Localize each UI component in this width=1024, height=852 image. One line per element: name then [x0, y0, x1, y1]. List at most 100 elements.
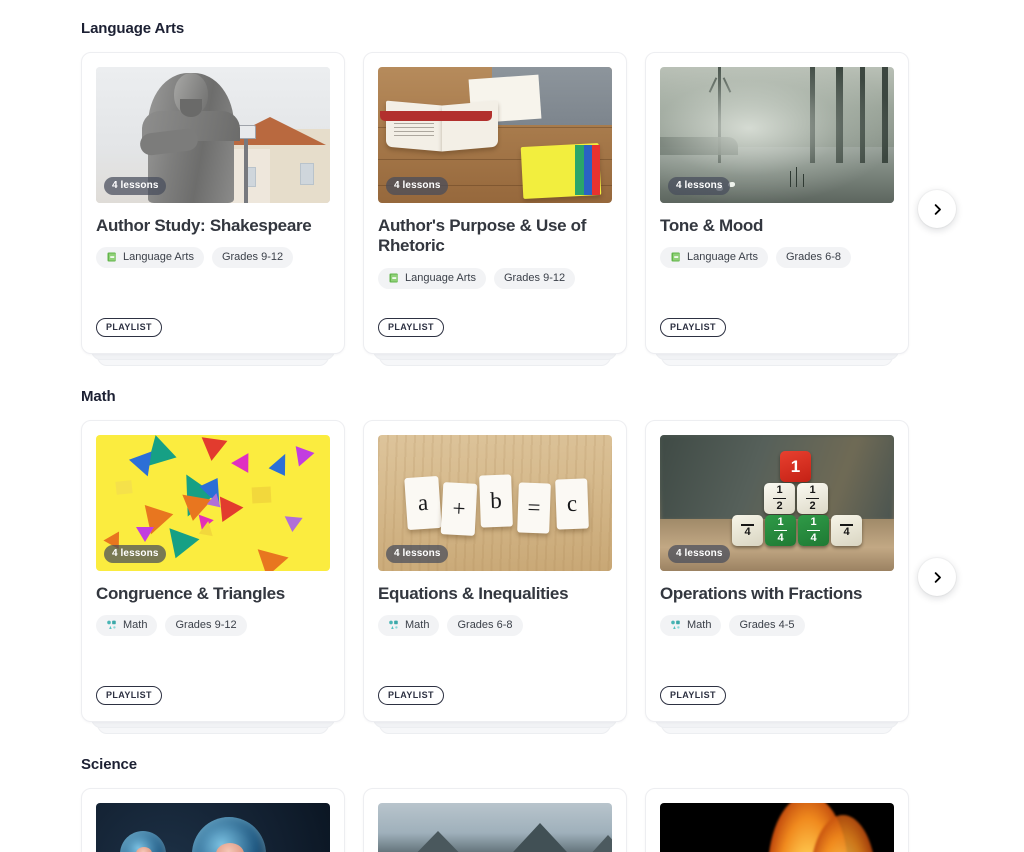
chip-subject[interactable]: Language Arts	[96, 247, 204, 269]
card-chips: Language Arts Grades 6-8	[660, 247, 894, 269]
card-thumbnail: 4 lessons	[378, 67, 612, 203]
card-stack: 4 lessons Tone & Mood Language Arts Grad…	[645, 52, 909, 366]
playlist-card[interactable]: 4 lessons Author's Purpose & Use of Rhet…	[363, 52, 627, 354]
carousel-row-language-arts: 4 lessons Author Study: Shakespeare Lang	[81, 52, 909, 366]
content-type-badge: PLAYLIST	[378, 318, 444, 337]
playlist-card[interactable]: 1 12 12 4 1 4 1 4 4 4 lessons Operations…	[645, 420, 909, 722]
playlist-card[interactable]	[645, 788, 909, 852]
shapes-icon	[671, 621, 680, 630]
chip-grades-label: Grades 9-12	[175, 619, 237, 632]
card-stack: 4 lessons Congruence & Triangles Math Gr…	[81, 420, 345, 734]
card-stack: 4 lessons Author Study: Shakespeare Lang	[81, 52, 345, 366]
content-type-badge: PLAYLIST	[96, 318, 162, 337]
lessons-count-badge: 4 lessons	[386, 177, 449, 195]
chip-subject-label: Math	[405, 619, 430, 632]
chip-subject[interactable]: Math	[378, 615, 440, 637]
book-icon	[107, 252, 116, 262]
chip-grades-label: Grades 6-8	[785, 251, 841, 264]
shapes-icon	[107, 621, 116, 630]
card-chips: Math Grades 9-12	[96, 615, 330, 637]
lessons-count-badge: 4 lessons	[668, 545, 731, 563]
fraction-die-quarter-2: 14	[765, 515, 796, 546]
fraction-die-half-left: 12	[764, 483, 795, 514]
card-footer: PLAYLIST	[378, 685, 612, 705]
chip-grades[interactable]: Grades 6-8	[775, 247, 851, 269]
card-title: Author's Purpose & Use of Rhetoric	[378, 216, 587, 256]
card-stack	[363, 788, 627, 852]
chip-subject[interactable]: Language Arts	[378, 267, 486, 289]
chip-grades-label: Grades 4-5	[739, 619, 795, 632]
chip-subject[interactable]: Language Arts	[660, 247, 768, 269]
card-stack	[645, 788, 909, 852]
chip-subject[interactable]: Math	[96, 615, 158, 637]
section-heading-science: Science	[81, 756, 138, 773]
playlist-card[interactable]: 4 lessons Congruence & Triangles Math Gr…	[81, 420, 345, 722]
playlist-card[interactable]	[81, 788, 345, 852]
chip-subject-label: Math	[687, 619, 712, 632]
card-footer: PLAYLIST	[96, 685, 330, 705]
lessons-count-badge: 4 lessons	[104, 545, 167, 563]
equation-card-equals: =	[517, 482, 551, 534]
equation-card-a: a	[404, 475, 442, 531]
lessons-count-badge: 4 lessons	[386, 545, 449, 563]
card-chips: Math Grades 4-5	[660, 615, 894, 637]
chevron-right-icon	[934, 203, 941, 215]
fraction-die-quarter-4: 4	[831, 515, 862, 546]
lessons-count-badge: 4 lessons	[104, 177, 167, 195]
chip-subject[interactable]: Math	[660, 615, 722, 637]
card-chips: Math Grades 6-8	[378, 615, 612, 637]
content-type-badge: PLAYLIST	[96, 686, 162, 705]
section-heading-language-arts: Language Arts	[81, 20, 185, 37]
chip-subject-label: Language Arts	[123, 251, 194, 264]
chip-grades-label: Grades 9-12	[221, 251, 284, 264]
card-thumbnail: a + b = c 4 lessons	[378, 435, 612, 571]
card-footer: PLAYLIST	[378, 317, 612, 337]
card-chips: Language Arts Grades 9-12	[378, 267, 612, 289]
card-title: Tone & Mood	[660, 216, 764, 235]
chip-grades[interactable]: Grades 9-12	[493, 267, 576, 289]
chip-grades-label: Grades 6-8	[457, 619, 513, 632]
card-thumbnail: 4 lessons	[96, 435, 330, 571]
carousel-next-button-language-arts[interactable]	[918, 190, 956, 228]
book-icon	[389, 273, 398, 283]
card-thumbnail	[660, 803, 894, 852]
chip-grades[interactable]: Grades 9-12	[211, 247, 294, 269]
chip-subject-label: Math	[123, 619, 148, 632]
card-footer: PLAYLIST	[96, 317, 330, 337]
carousel-row-math: 4 lessons Congruence & Triangles Math Gr…	[81, 420, 909, 734]
equation-card-b: b	[479, 474, 513, 528]
chip-grades[interactable]: Grades 6-8	[447, 615, 523, 637]
fraction-die-1: 1	[780, 451, 811, 482]
card-thumbnail	[378, 803, 612, 852]
shapes-icon	[389, 621, 398, 630]
carousel-next-button-math[interactable]	[918, 558, 956, 596]
card-thumbnail: 4 lessons	[660, 67, 894, 203]
content-type-badge: PLAYLIST	[660, 318, 726, 337]
card-chips: Language Arts Grades 9-12	[96, 247, 330, 269]
section-heading-math: Math	[81, 388, 116, 405]
lessons-count-badge: 4 lessons	[668, 177, 731, 195]
chip-grades[interactable]: Grades 9-12	[165, 615, 247, 637]
playlist-card[interactable]: 4 lessons Author Study: Shakespeare Lang	[81, 52, 345, 354]
card-thumbnail	[96, 803, 330, 852]
card-footer: PLAYLIST	[660, 317, 894, 337]
card-title: Operations with Fractions	[660, 584, 863, 603]
chip-grades-label: Grades 9-12	[503, 271, 566, 284]
book-icon	[671, 252, 680, 262]
chevron-right-icon	[934, 571, 941, 583]
equation-card-c: c	[555, 478, 589, 530]
fraction-die-half-right: 12	[797, 483, 828, 514]
chip-subject-label: Language Arts	[405, 271, 476, 284]
playlist-card[interactable]	[363, 788, 627, 852]
card-thumbnail: 1 12 12 4 1 4 1 4 4 4 lessons	[660, 435, 894, 571]
equation-card-plus: +	[440, 482, 478, 536]
card-title: Equations & Inequalities	[378, 584, 569, 603]
playlist-card[interactable]: 4 lessons Tone & Mood Language Arts Grad…	[645, 52, 909, 354]
chip-grades[interactable]: Grades 4-5	[729, 615, 805, 637]
card-title: Congruence & Triangles	[96, 584, 285, 603]
playlist-card[interactable]: a + b = c 4 lessons Equations & Inequali…	[363, 420, 627, 722]
playlist-library-page: Language Arts 4 lessons Author Study: Sh…	[0, 0, 1024, 852]
content-type-badge: PLAYLIST	[378, 686, 444, 705]
card-stack	[81, 788, 345, 852]
card-thumbnail: 4 lessons	[96, 67, 330, 203]
